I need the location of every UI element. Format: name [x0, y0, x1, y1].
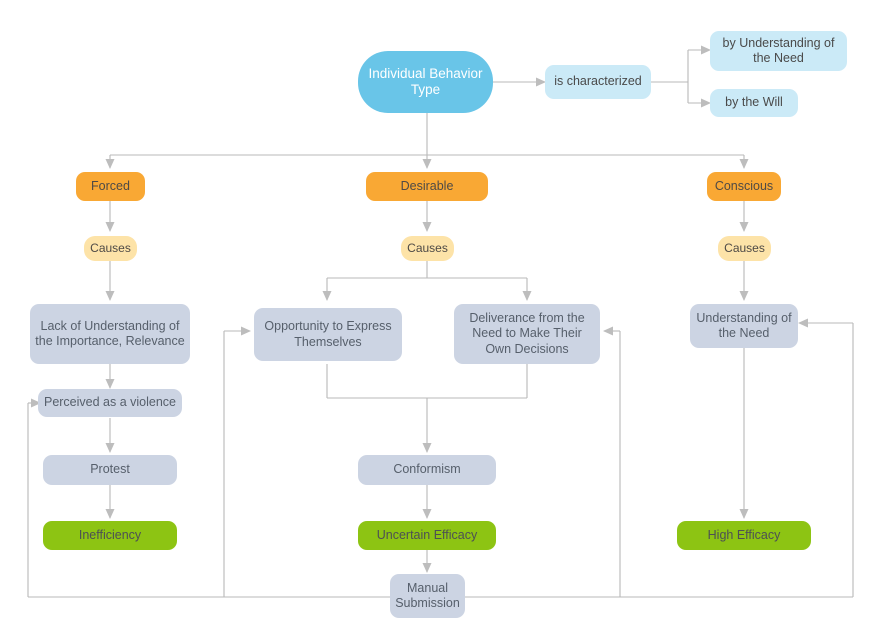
node-by-understanding-of-the-need[interactable]: by Understanding of the Need: [710, 31, 847, 71]
node-causes-conscious[interactable]: Causes: [718, 236, 771, 261]
node-by-the-will[interactable]: by the Will: [710, 89, 798, 117]
node-label: Uncertain Efficacy: [376, 527, 478, 542]
node-manual-submission[interactable]: Manual Submission: [390, 574, 465, 618]
node-label: Manual Submission: [395, 580, 460, 610]
node-label: Conscious: [714, 178, 774, 193]
node-label: Understanding of the Need: [696, 310, 792, 340]
node-lack-of-understanding[interactable]: Lack of Understanding of the Importance,…: [30, 304, 190, 364]
node-causes-forced[interactable]: Causes: [84, 236, 137, 261]
node-is-characterized[interactable]: is characterized: [545, 65, 651, 99]
flowchart-canvas: Individual Behavior Type is characterize…: [0, 0, 884, 641]
node-label: Opportunity to Express Themselves: [264, 319, 392, 349]
node-perceived-as-a-violence[interactable]: Perceived as a violence: [38, 389, 182, 417]
node-label: Causes: [407, 241, 448, 256]
node-desirable[interactable]: Desirable: [366, 172, 488, 201]
node-label: by the Will: [725, 95, 783, 110]
node-label: Inefficiency: [78, 527, 142, 542]
node-label: Lack of Understanding of the Importance,…: [35, 318, 185, 348]
node-high-efficacy[interactable]: High Efficacy: [677, 521, 811, 550]
node-uncertain-efficacy[interactable]: Uncertain Efficacy: [358, 521, 496, 550]
node-label: Desirable: [400, 178, 454, 193]
node-deliverance-from-the-need[interactable]: Deliverance from the Need to Make Their …: [454, 304, 600, 364]
node-inefficiency[interactable]: Inefficiency: [43, 521, 177, 550]
node-opportunity-to-express-themselves[interactable]: Opportunity to Express Themselves: [254, 308, 402, 361]
node-forced[interactable]: Forced: [76, 172, 145, 201]
node-label: Protest: [90, 462, 130, 477]
node-label: Perceived as a violence: [43, 395, 177, 410]
node-label: Individual Behavior Type: [368, 65, 483, 97]
node-label: Causes: [90, 241, 131, 256]
node-individual-behavior-type[interactable]: Individual Behavior Type: [358, 51, 493, 113]
node-label: is characterized: [554, 74, 642, 89]
node-label: by Understanding of the Need: [722, 35, 835, 65]
node-label: Conformism: [393, 462, 461, 477]
node-label: Causes: [724, 241, 765, 256]
node-label: Deliverance from the Need to Make Their …: [469, 311, 585, 356]
node-causes-desirable[interactable]: Causes: [401, 236, 454, 261]
node-label: Forced: [91, 178, 130, 193]
node-conformism[interactable]: Conformism: [358, 455, 496, 485]
node-protest[interactable]: Protest: [43, 455, 177, 485]
node-label: High Efficacy: [707, 527, 781, 542]
node-understanding-of-the-need[interactable]: Understanding of the Need: [690, 304, 798, 348]
node-conscious[interactable]: Conscious: [707, 172, 781, 201]
